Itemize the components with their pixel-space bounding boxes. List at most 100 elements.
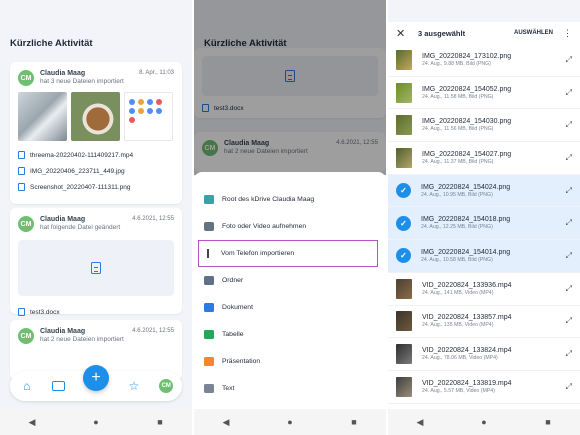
file-name: IMG_20220824_154030.png	[422, 118, 512, 126]
menu-label: Tabelle	[222, 331, 244, 338]
file-row[interactable]: VID_20220824_133824.mp4 24. Aug., 78.06 M…	[388, 338, 580, 371]
folder-icon[interactable]	[52, 381, 66, 391]
file-name: VID_20220824_133824.mp4	[422, 347, 512, 355]
file-row[interactable]: VID_20220824_133857.mp4 24. Aug., 135 MB,…	[388, 306, 580, 339]
expand-icon[interactable]: ⤢	[566, 316, 572, 326]
file-name: IMG_20220824_154014.png	[421, 248, 511, 256]
upload-icon	[207, 249, 209, 258]
recents-icon[interactable]: ■	[140, 417, 180, 427]
file-meta: 24. Aug., 9.88 MB, Bild (PNG)	[422, 60, 491, 67]
file-row-selected[interactable]: ✓ IMG_20220824_154024.png 24. Aug., 10.95 …	[388, 174, 580, 208]
file-row-selected[interactable]: ✓ IMG_20220824_154014.png 24. Aug., 10.58 …	[388, 240, 580, 273]
expand-icon[interactable]: ⤢	[566, 251, 572, 261]
file-item[interactable]: test3.docx	[18, 304, 174, 320]
menu-item-document[interactable]: Dokument	[194, 294, 386, 321]
back-icon[interactable]: ◀	[400, 417, 440, 428]
expand-icon[interactable]: ⤢	[566, 88, 572, 98]
expand-icon[interactable]: ⤢	[566, 186, 572, 196]
document-preview[interactable]	[18, 240, 174, 296]
activity-description: hat 3 neue Dateien importiert	[40, 78, 124, 85]
menu-label: Präsentation	[222, 358, 261, 365]
menu-label: Vom Telefon importieren	[221, 250, 295, 257]
expand-icon[interactable]: ⤢	[566, 349, 572, 359]
home-icon[interactable]: ⌂	[19, 379, 35, 393]
bottom-sheet: Root des kDrive Claudia Maag Foto oder V…	[194, 172, 386, 409]
back-icon[interactable]: ◀	[12, 417, 52, 428]
file-meta: 24. Aug., 78.06 MB, Video (MP4)	[422, 355, 498, 362]
expand-icon[interactable]: ⤢	[566, 120, 572, 130]
file-name: IMG_20220824_154052.png	[422, 85, 512, 93]
file-item[interactable]: Screenshot_20220407-111311.png	[18, 179, 174, 195]
recents-icon[interactable]: ■	[528, 417, 568, 427]
modal-scrim[interactable]	[194, 0, 386, 175]
home-button-icon[interactable]: ●	[76, 417, 116, 427]
avatar: CM	[18, 70, 34, 86]
expand-icon[interactable]: ⤢	[566, 218, 572, 228]
file-row-selected[interactable]: ✓ IMG_20220824_154018.png 24. Aug., 12.25 …	[388, 207, 580, 241]
home-button-icon[interactable]: ●	[270, 417, 310, 427]
expand-icon[interactable]: ⤢	[566, 382, 572, 392]
system-navigation: ◀ ● ■	[0, 409, 192, 435]
recents-icon[interactable]: ■	[334, 417, 374, 427]
back-icon[interactable]: ◀	[206, 417, 246, 428]
add-menu-screen: Kürzliche Aktivität test3.docx CM Claudi…	[194, 0, 386, 435]
star-icon[interactable]: ☆	[126, 379, 142, 393]
menu-item-spreadsheet[interactable]: Tabelle	[194, 321, 386, 348]
menu-label: Ordner	[222, 277, 244, 284]
file-item[interactable]: IMG_20220406_223711_449.jpg	[18, 163, 174, 179]
checkmark-icon[interactable]: ✓	[396, 215, 411, 231]
menu-item-import-from-phone[interactable]: Vom Telefon importieren	[198, 240, 378, 267]
file-row[interactable]: IMG_20220824_173102.png 24. Aug., 9.88 MB…	[388, 44, 580, 77]
file-list: IMG_20220824_173102.png 24. Aug., 9.88 MB…	[388, 44, 580, 404]
select-button[interactable]: AUSWÄHLEN	[514, 30, 553, 36]
activity-card[interactable]: CM Claudia Maag hat 3 neue Dateien impor…	[10, 62, 182, 204]
file-row[interactable]: IMG_20220824_154030.png 24. Aug., 11.56 M…	[388, 109, 580, 143]
profile-avatar[interactable]: CM	[159, 379, 174, 393]
user-name: Claudia Maag	[40, 328, 86, 335]
presentation-icon	[204, 357, 214, 366]
file-row[interactable]: IMG_20220824_154027.png 24. Aug., 11.37 M…	[388, 142, 580, 175]
file-meta: 24. Aug., 135 MB, Video (MP4)	[422, 322, 494, 329]
expand-icon[interactable]: ⤢	[566, 284, 572, 294]
image-thumbnail	[396, 115, 412, 136]
file-picker-screen: ✕ 3 ausgewählt AUSWÄHLEN ⋮ IMG_20220824_…	[388, 0, 580, 435]
menu-label: Text	[222, 385, 235, 392]
video-thumbnail	[396, 344, 412, 365]
file-row[interactable]: VID_20220824_133936.mp4 24. Aug., 141 MB,…	[388, 273, 580, 306]
expand-icon[interactable]: ⤢	[566, 153, 572, 163]
image-thumbnail[interactable]	[124, 92, 173, 141]
status-bar	[388, 0, 580, 22]
file-meta: 24. Aug., 11.56 MB, Bild (PNG)	[422, 126, 494, 133]
menu-item-camera[interactable]: Foto oder Video aufnehmen	[194, 213, 386, 240]
image-thumbnail[interactable]	[18, 92, 67, 141]
page-title: Kürzliche Aktivität	[10, 38, 93, 49]
menu-item-folder[interactable]: Ordner	[194, 267, 386, 294]
file-item[interactable]: threema-20220402-111409217.mp4	[18, 147, 174, 163]
image-thumbnail	[396, 147, 412, 168]
home-button-icon[interactable]: ●	[464, 417, 504, 427]
checkmark-icon[interactable]: ✓	[396, 248, 411, 264]
file-row[interactable]: IMG_20220824_154052.png 24. Aug., 11.58 M…	[388, 77, 580, 110]
file-name: VID_20220824_133936.mp4	[422, 281, 512, 289]
activity-description: hat 2 neue Dateien importiert	[40, 336, 124, 343]
add-button[interactable]: +	[83, 365, 109, 391]
spreadsheet-icon	[204, 330, 214, 339]
menu-item-text[interactable]: Text	[194, 375, 386, 402]
activity-card[interactable]: CM Claudia Maag hat folgende Datei geänd…	[10, 208, 182, 316]
file-row[interactable]: VID_20220824_133819.mp4 24. Aug., 5.57 MB…	[388, 371, 580, 404]
image-thumbnail[interactable]	[71, 92, 120, 141]
menu-label: Foto oder Video aufnehmen	[222, 223, 307, 230]
selection-count: 3 ausgewählt	[418, 28, 466, 38]
camera-icon	[204, 222, 214, 231]
checkmark-icon[interactable]: ✓	[396, 183, 411, 199]
menu-item-root[interactable]: Root des kDrive Claudia Maag	[194, 186, 386, 213]
activity-date: 4.6.2021, 12:55	[132, 216, 174, 222]
expand-icon[interactable]: ⤢	[566, 55, 572, 65]
close-icon[interactable]: ✕	[396, 27, 412, 40]
menu-item-presentation[interactable]: Präsentation	[194, 348, 386, 375]
file-name: IMG_20220406_223711_449.jpg	[30, 167, 125, 175]
more-options-icon[interactable]: ⋮	[563, 28, 572, 39]
document-file-icon	[18, 308, 25, 316]
video-file-icon	[18, 151, 25, 159]
menu-label: Dokument	[222, 304, 253, 311]
